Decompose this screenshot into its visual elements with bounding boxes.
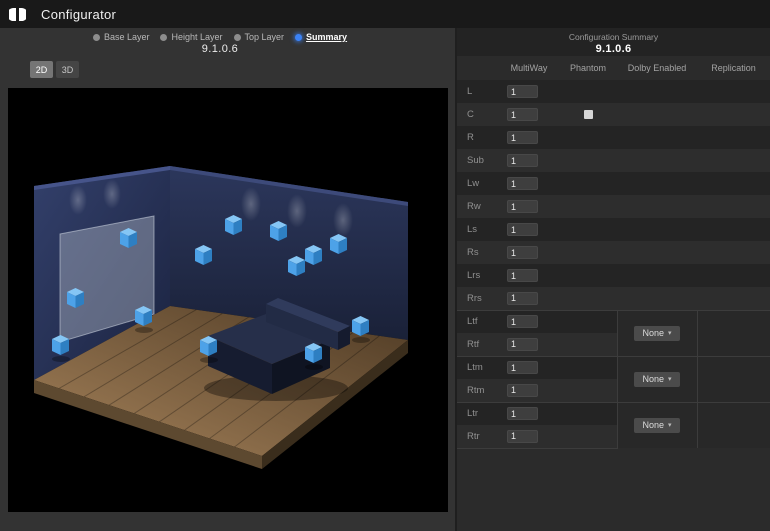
multiway-input[interactable] (507, 154, 538, 167)
panel-config-name: 9.1.0.6 (457, 43, 770, 55)
table-row-Ltr: Ltr None ▾ (457, 402, 770, 425)
row-label: Rs (467, 247, 479, 258)
table-row-Lrs: Lrs (457, 264, 770, 287)
row-label: C (467, 109, 474, 120)
row-label: Rtf (467, 339, 479, 350)
app-title: Configurator (41, 7, 116, 22)
layer-selector: Base Layer Height Layer Top Layer Summar… (0, 32, 440, 42)
multiway-input[interactable] (507, 246, 538, 259)
view-2d-button[interactable]: 2D (30, 61, 53, 78)
table-row-L: L (457, 80, 770, 103)
multiway-input[interactable] (507, 177, 538, 190)
layer-option-label: Height Layer (171, 32, 222, 42)
row-label: Sub (467, 155, 484, 166)
multiway-input[interactable] (507, 292, 538, 305)
row-label: Ltr (467, 408, 478, 419)
viewer-area: Base Layer Height Layer Top Layer Summar… (0, 28, 455, 531)
room-canvas[interactable] (8, 88, 448, 512)
multiway-input[interactable] (507, 315, 538, 328)
panel-title: Configuration Summary (457, 32, 770, 42)
table-row-Sub: Sub (457, 149, 770, 172)
dolby-enabled-value: None (642, 420, 664, 430)
multiway-input[interactable] (507, 269, 538, 282)
table-row-Rrs: Rrs (457, 287, 770, 310)
dolby-enabled-select[interactable]: None ▾ (634, 372, 679, 387)
dolby-enabled-select[interactable]: None ▾ (634, 326, 679, 341)
multiway-input[interactable] (507, 384, 538, 397)
radio-icon[interactable] (234, 34, 241, 41)
layer-option-summary[interactable]: Summary (295, 32, 347, 42)
multiway-input[interactable] (507, 338, 538, 351)
chevron-down-icon: ▾ (668, 329, 672, 337)
column-header-dolby-enabled: Dolby Enabled (617, 56, 697, 80)
room-3d-scene (8, 88, 448, 512)
row-label: Lrs (467, 270, 480, 281)
table-row-Ltf: Ltf None ▾ (457, 310, 770, 333)
view-toggle: 2D 3D (30, 61, 79, 78)
topbar: Configurator (0, 0, 770, 28)
layer-option-label: Top Layer (245, 32, 285, 42)
phantom-checkbox[interactable] (584, 110, 593, 119)
column-header-multiway: MultiWay (499, 56, 559, 80)
dolby-enabled-value: None (642, 328, 664, 338)
table-row-Rw: Rw (457, 195, 770, 218)
row-label: Rtr (467, 431, 480, 442)
dolby-logo-icon (9, 8, 26, 21)
row-label: Lw (467, 178, 479, 189)
row-label: Rrs (467, 293, 482, 304)
row-label: Rw (467, 201, 481, 212)
header-spacer (457, 56, 499, 80)
chevron-down-icon: ▾ (668, 375, 672, 383)
multiway-input[interactable] (507, 361, 538, 374)
table-row-Ltm: Ltm None ▾ (457, 356, 770, 379)
summary-table: MultiWay Phantom Dolby Enabled Replicati… (457, 56, 770, 449)
dolby-enabled-select[interactable]: None ▾ (634, 418, 679, 433)
multiway-input[interactable] (507, 200, 538, 213)
table-row-R: R (457, 126, 770, 149)
multiway-input[interactable] (507, 430, 538, 443)
layer-option-base-layer[interactable]: Base Layer (93, 32, 150, 42)
dolby-enabled-value: None (642, 374, 664, 384)
radio-selected-icon[interactable] (295, 34, 302, 41)
row-label: Ls (467, 224, 477, 235)
table-row-Rs: Rs (457, 241, 770, 264)
row-label: Rtm (467, 385, 484, 396)
row-label: Ltf (467, 316, 478, 327)
multiway-input[interactable] (507, 223, 538, 236)
radio-icon[interactable] (160, 34, 167, 41)
table-row-C: C (457, 103, 770, 126)
table-row-Lw: Lw (457, 172, 770, 195)
multiway-input[interactable] (507, 407, 538, 420)
multiway-input[interactable] (507, 85, 538, 98)
config-name: 9.1.0.6 (0, 43, 440, 55)
row-label: Ltm (467, 362, 483, 373)
table-header-row: MultiWay Phantom Dolby Enabled Replicati… (457, 56, 770, 80)
layer-option-height-layer[interactable]: Height Layer (160, 32, 222, 42)
layer-option-top-layer[interactable]: Top Layer (234, 32, 285, 42)
row-label: L (467, 86, 472, 97)
chevron-down-icon: ▾ (668, 421, 672, 429)
view-3d-button[interactable]: 3D (56, 61, 79, 78)
panel-header: Configuration Summary 9.1.0.6 (457, 28, 770, 56)
layer-option-label: Base Layer (104, 32, 150, 42)
multiway-input[interactable] (507, 108, 538, 121)
row-label: R (467, 132, 474, 143)
multiway-input[interactable] (507, 131, 538, 144)
radio-icon[interactable] (93, 34, 100, 41)
configuration-summary-panel: Configuration Summary 9.1.0.6 MultiWay P… (455, 28, 770, 531)
table-row-Ls: Ls (457, 218, 770, 241)
column-header-phantom: Phantom (559, 56, 617, 80)
column-header-replication: Replication (697, 56, 770, 80)
layer-option-label: Summary (306, 32, 347, 42)
